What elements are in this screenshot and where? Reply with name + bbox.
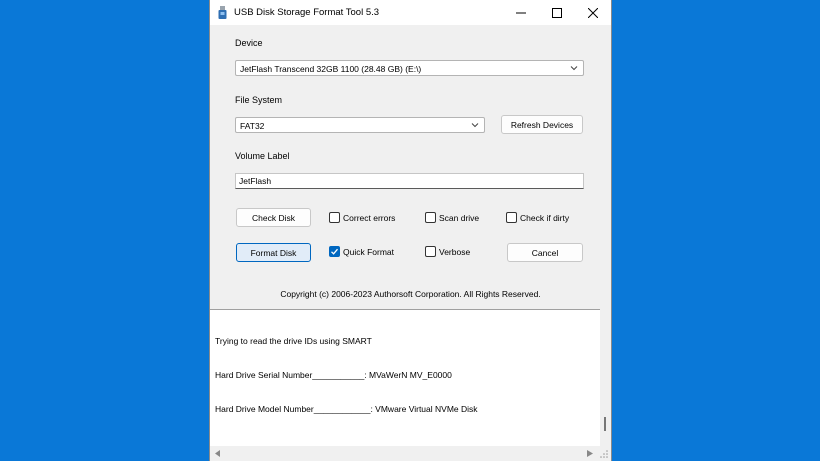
- close-button[interactable]: [575, 0, 611, 25]
- checkbox-box[interactable]: [329, 212, 340, 223]
- scan-drive-label: Scan drive: [439, 212, 480, 223]
- check-disk-button[interactable]: Check Disk: [236, 208, 311, 227]
- scan-drive-checkbox[interactable]: Scan drive: [425, 212, 479, 223]
- log-line: Hard Drive Model Number____________: VMw…: [215, 404, 478, 414]
- refresh-devices-button[interactable]: Refresh Devices: [501, 115, 583, 134]
- quick-format-checkbox[interactable]: Quick Format: [329, 246, 394, 257]
- checkbox-box[interactable]: [329, 246, 340, 257]
- device-label: Device: [235, 38, 263, 48]
- format-disk-button[interactable]: Format Disk: [236, 243, 311, 262]
- log-output[interactable]: Trying to read the drive IDs using SMART…: [210, 309, 600, 447]
- horizontal-scrollbar[interactable]: [210, 446, 611, 461]
- verbose-label: Verbose: [439, 246, 471, 257]
- cancel-button[interactable]: Cancel: [507, 243, 583, 262]
- volume-label-label: Volume Label: [235, 151, 290, 161]
- log-line: Hard Drive Serial Number___________: MVa…: [215, 370, 452, 380]
- checkbox-box[interactable]: [425, 212, 436, 223]
- file-system-selected-value: FAT32: [240, 121, 265, 131]
- scroll-right-icon[interactable]: [587, 450, 593, 457]
- copyright-text: Copyright (c) 2006-2023 Authorsoft Corpo…: [280, 289, 541, 299]
- log-line: Trying to read the drive IDs using SMART: [215, 336, 372, 346]
- file-system-select[interactable]: FAT32: [235, 117, 485, 133]
- window-title: USB Disk Storage Format Tool 5.3: [234, 7, 380, 18]
- checkbox-box[interactable]: [506, 212, 517, 223]
- close-icon: [588, 7, 598, 18]
- checkmark-icon: [331, 248, 338, 255]
- chevron-down-icon: [570, 66, 578, 71]
- resize-grip-icon[interactable]: [600, 450, 608, 458]
- checkbox-box[interactable]: [425, 246, 436, 257]
- maximize-button[interactable]: [539, 0, 575, 25]
- verbose-checkbox[interactable]: Verbose: [425, 246, 470, 257]
- volume-label-field[interactable]: [235, 173, 584, 189]
- correct-errors-checkbox[interactable]: Correct errors: [329, 212, 395, 223]
- maximize-icon: [552, 7, 562, 18]
- device-select[interactable]: JetFlash Transcend 32GB 1100 (28.48 GB) …: [235, 60, 584, 76]
- app-window: USB Disk Storage Format Tool 5.3 Device …: [209, 0, 612, 461]
- scrollbar-thumb[interactable]: [604, 417, 606, 431]
- check-if-dirty-checkbox[interactable]: Check if dirty: [506, 212, 569, 223]
- usb-drive-icon: [218, 6, 227, 19]
- correct-errors-label: Correct errors: [343, 212, 396, 223]
- minimize-icon: [516, 12, 526, 13]
- vertical-scrollbar[interactable]: [600, 309, 611, 446]
- check-if-dirty-label: Check if dirty: [520, 212, 570, 223]
- device-selected-value: JetFlash Transcend 32GB 1100 (28.48 GB) …: [240, 64, 422, 74]
- minimize-button[interactable]: [503, 0, 539, 25]
- quick-format-label: Quick Format: [343, 246, 395, 257]
- chevron-down-icon: [471, 123, 479, 128]
- volume-label-input[interactable]: [236, 174, 583, 188]
- scroll-left-icon[interactable]: [215, 450, 221, 457]
- title-bar[interactable]: USB Disk Storage Format Tool 5.3: [210, 0, 611, 25]
- file-system-label: File System: [235, 95, 283, 105]
